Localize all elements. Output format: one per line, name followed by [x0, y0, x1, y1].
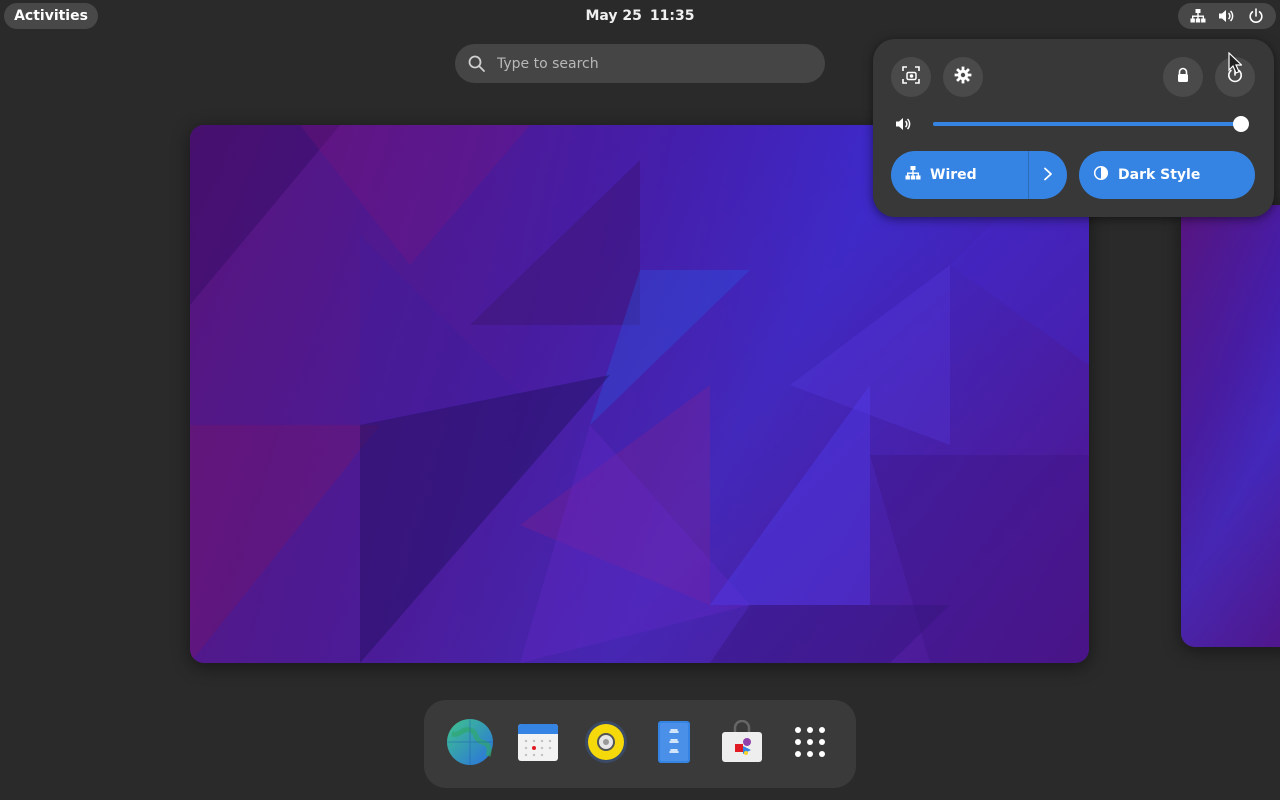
- dock-app-web[interactable]: [444, 718, 496, 770]
- screenshot-icon: [902, 66, 920, 88]
- network-wired-icon: [905, 165, 921, 185]
- settings-gear-icon: [954, 66, 972, 88]
- clock-date: May 25: [585, 8, 642, 24]
- dock-app-music[interactable]: [580, 718, 632, 770]
- volume-slider-handle[interactable]: [1233, 116, 1249, 132]
- music-player-icon: [583, 719, 629, 769]
- volume-icon[interactable]: [895, 116, 913, 136]
- dark-style-icon: [1093, 165, 1109, 185]
- dock-app-software[interactable]: [716, 718, 768, 770]
- search-icon: [467, 54, 487, 74]
- network-wired-icon: [1190, 8, 1206, 24]
- lock-screen-button[interactable]: [1163, 57, 1203, 97]
- wired-toggle-label: Wired: [930, 167, 977, 183]
- volume-control: [895, 113, 1255, 135]
- search-input[interactable]: [495, 54, 795, 73]
- text-editor-icon: [657, 720, 691, 768]
- mouse-cursor-icon: [1228, 51, 1243, 78]
- wallpaper-next: [1181, 205, 1280, 647]
- dark-style-toggle-label: Dark Style: [1118, 167, 1201, 183]
- screenshot-button[interactable]: [891, 57, 931, 97]
- wired-toggle-main[interactable]: Wired: [891, 151, 1028, 199]
- top-bar: Activities May 25 11:35: [0, 0, 1280, 32]
- calendar-icon: [517, 721, 559, 767]
- lock-icon: [1175, 67, 1191, 87]
- power-icon: [1248, 8, 1264, 24]
- clock-time: 11:35: [649, 8, 695, 24]
- software-store-icon: [720, 719, 764, 768]
- workspace-thumbnail-next[interactable]: [1181, 205, 1280, 647]
- volume-slider-fill: [933, 122, 1241, 126]
- wired-menu-arrow[interactable]: [1028, 151, 1067, 199]
- quick-settings-menu: Wired Dark Style: [873, 39, 1274, 217]
- clock-button[interactable]: May 25 11:35: [540, 0, 740, 32]
- show-apps-grid-icon: [794, 726, 826, 762]
- dock-app-calendar[interactable]: [512, 718, 564, 770]
- search-bar[interactable]: [455, 44, 825, 83]
- dock-app-text-editor[interactable]: [648, 718, 700, 770]
- web-browser-icon: [446, 718, 494, 770]
- settings-button[interactable]: [943, 57, 983, 97]
- chevron-right-icon: [1042, 166, 1054, 185]
- volume-icon: [1218, 8, 1236, 24]
- show-apps-button[interactable]: [784, 718, 836, 770]
- wired-toggle[interactable]: Wired: [891, 151, 1067, 199]
- activities-button[interactable]: Activities: [4, 3, 98, 29]
- volume-slider[interactable]: [933, 116, 1249, 132]
- dark-style-toggle[interactable]: Dark Style: [1079, 151, 1255, 199]
- dash-dock: [424, 700, 856, 788]
- system-menu-button[interactable]: [1178, 3, 1276, 29]
